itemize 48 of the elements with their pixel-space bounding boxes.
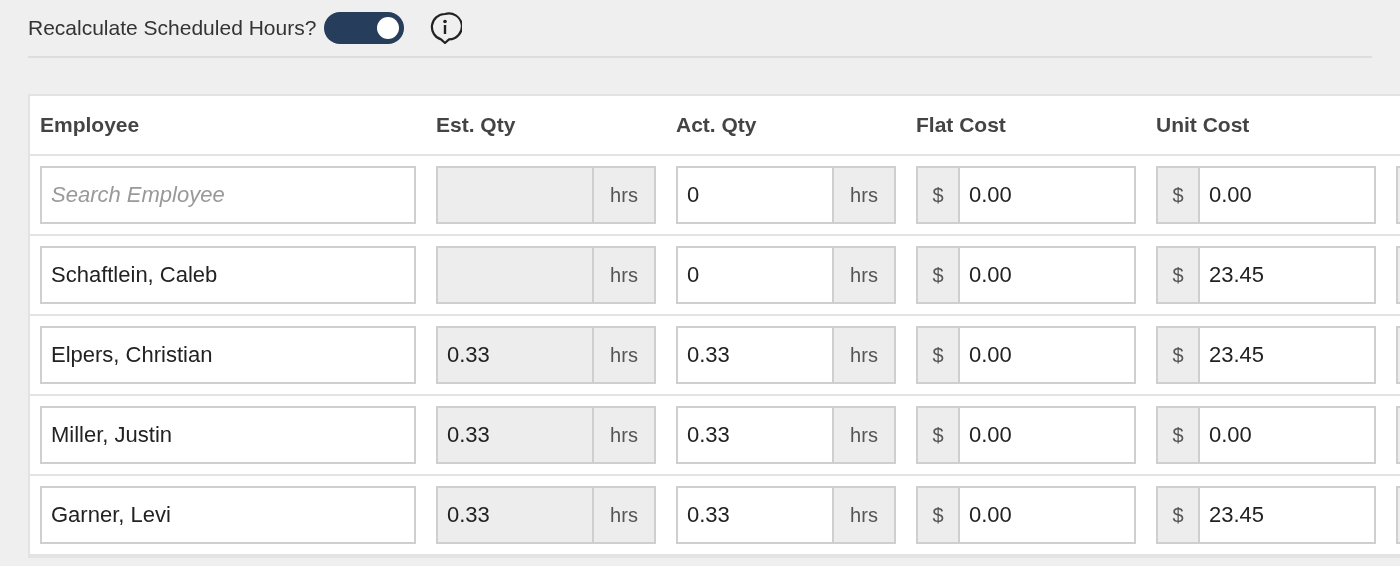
unit-label: hrs: [834, 166, 896, 224]
currency-label: $: [1156, 486, 1198, 544]
input-field[interactable]: Garner, Levi: [40, 486, 416, 544]
unit-label: hrs: [834, 486, 896, 544]
column-header: Flat Cost: [916, 112, 1006, 139]
currency-label: $: [916, 166, 958, 224]
input-field[interactable]: 23.45: [1198, 326, 1376, 384]
input-field[interactable]: 0.00: [958, 486, 1136, 544]
unit-label: hrs: [594, 326, 656, 384]
input-field[interactable]: 0.33: [676, 406, 834, 464]
unit-label: hrs: [594, 486, 656, 544]
input-field[interactable]: 0.00: [1198, 166, 1376, 224]
input-field[interactable]: 23.45: [1198, 486, 1376, 544]
input-field[interactable]: 0.33: [676, 486, 834, 544]
currency-label: $: [916, 326, 958, 384]
unit-label: hrs: [594, 166, 656, 224]
unit-label: hrs: [834, 326, 896, 384]
input-field[interactable]: 23.45: [1198, 246, 1376, 304]
input-field[interactable]: 0.33: [676, 326, 834, 384]
column-header: Act. Qty: [676, 112, 757, 139]
input-field[interactable]: 0: [676, 246, 834, 304]
toggle-switch[interactable]: [324, 12, 405, 44]
currency-label: $: [916, 486, 958, 544]
info-icon[interactable]: [428, 11, 463, 45]
input-field[interactable]: 0.00: [958, 166, 1136, 224]
input-field[interactable]: 0.00: [958, 406, 1136, 464]
search-field[interactable]: Search Employee: [40, 166, 416, 224]
currency-label: $: [1156, 246, 1198, 304]
unit-label: hrs: [594, 246, 656, 304]
currency-label: $: [916, 406, 958, 464]
column-header: Est. Qty: [436, 112, 516, 139]
input-field[interactable]: 0.00: [958, 326, 1136, 384]
unit-label: hrs: [594, 406, 656, 464]
currency-label: $: [1156, 406, 1198, 464]
column-header: Unit Cost: [1156, 112, 1250, 139]
input-field[interactable]: 0: [676, 166, 834, 224]
column-header: Employee: [40, 112, 140, 139]
currency-label: $: [1156, 326, 1198, 384]
unit-label: hrs: [834, 406, 896, 464]
input-field[interactable]: Elpers, Christian: [40, 326, 416, 384]
input-field[interactable]: Schaftlein, Caleb: [40, 246, 416, 304]
currency-label: $: [916, 246, 958, 304]
unit-label: hrs: [834, 246, 896, 304]
input-field[interactable]: Miller, Justin: [40, 406, 416, 464]
currency-label: $: [1156, 166, 1198, 224]
input-field[interactable]: 0.00: [1198, 406, 1376, 464]
toggle-label: Recalculate Scheduled Hours?: [28, 15, 317, 42]
input-field[interactable]: 0.00: [958, 246, 1136, 304]
